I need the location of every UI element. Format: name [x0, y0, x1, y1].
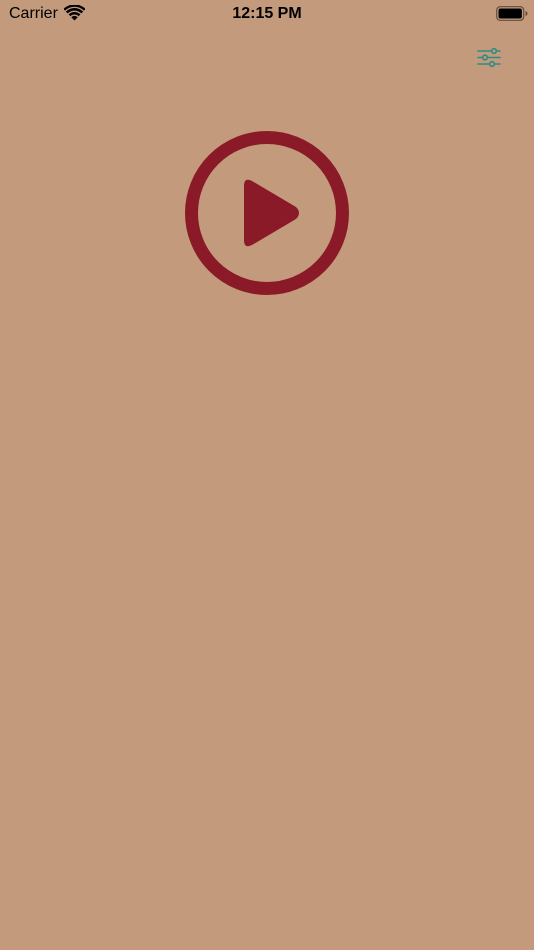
play-icon: [185, 131, 349, 295]
status-time: 12:15 PM: [232, 5, 302, 22]
status-bar: Carrier 12:15 PM: [0, 0, 534, 28]
app-screen: Carrier 12:15 PM: [0, 0, 534, 950]
play-button[interactable]: [184, 130, 350, 296]
battery-icon: [496, 6, 528, 21]
sliders-icon: [477, 47, 501, 68]
settings-button[interactable]: [474, 44, 504, 72]
